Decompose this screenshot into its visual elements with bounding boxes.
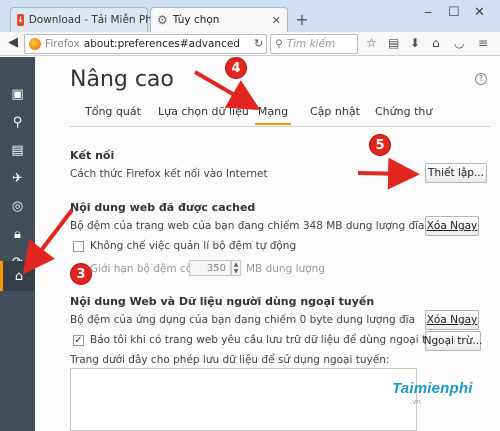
search-icon: ⚲ bbox=[275, 38, 283, 50]
cache-limit-input[interactable]: 350 bbox=[189, 260, 231, 276]
notify-offline-label: Báo tôi khi có trang web yêu cầu lưu trữ… bbox=[90, 334, 453, 346]
browser-tab-options[interactable]: ⚙ Tùy chọn ✕ bbox=[150, 7, 288, 32]
override-cache-checkbox[interactable] bbox=[73, 241, 84, 252]
title-bar: ↓ Download - Tải Miễn Phí ... ✕ ⚙ Tùy ch… bbox=[0, 0, 500, 32]
step-3-badge: 3 bbox=[70, 263, 92, 285]
step-4-badge: 4 bbox=[225, 57, 247, 79]
cache-limit-prefix: Giới hạn bộ đệm còn bbox=[90, 263, 199, 275]
tab-general[interactable]: Tổng quát bbox=[85, 105, 141, 118]
security-icon[interactable]: 🔒︎ bbox=[0, 219, 35, 249]
cache-usage-text: Bộ đệm của trang web của bạn đang chiếm … bbox=[70, 220, 425, 232]
offline-usage-text: Bộ đệm của ứng dụng của bạn đang chiếm 0… bbox=[70, 314, 416, 326]
back-button[interactable]: ◀ bbox=[4, 34, 22, 52]
tab-title: Tùy chọn bbox=[172, 14, 220, 26]
download-site-icon: ↓ bbox=[17, 14, 24, 26]
tab-title: Download - Tải Miễn Phí ... bbox=[28, 14, 169, 26]
content-icon[interactable]: ▤ bbox=[0, 135, 35, 165]
cache-heading: Nội dung web đã được cached bbox=[70, 201, 256, 214]
cache-limit-suffix: MB dung lượng bbox=[246, 263, 325, 275]
offline-heading: Nội dung Web và Dữ liệu người dùng ngoại… bbox=[70, 295, 375, 308]
offline-list-label: Trang dưới đây cho phép lưu dữ liệu để s… bbox=[70, 354, 390, 366]
clear-offline-label: Xóa Ngay bbox=[426, 314, 478, 326]
offline-sites-list[interactable] bbox=[70, 368, 417, 431]
preferences-sidebar: ▣ ⚲ ▤ ✈ ◎ 🔒︎ ⟳ ⌂ bbox=[0, 57, 35, 431]
reload-icon[interactable]: ↻ bbox=[254, 37, 263, 50]
watermark-sub: .vn bbox=[410, 398, 421, 406]
search-placeholder: Tìm kiếm bbox=[286, 38, 336, 50]
search-icon[interactable]: ⚲ bbox=[0, 107, 35, 137]
tab-network[interactable]: Mạng bbox=[255, 105, 291, 125]
search-input[interactable]: ⚲ Tìm kiếm bbox=[270, 34, 358, 54]
page-title: Nâng cao bbox=[70, 67, 174, 92]
gear-icon: ⚙ bbox=[157, 13, 168, 27]
clear-cache-button[interactable]: Xóa Ngay bbox=[425, 216, 479, 236]
minimize-icon[interactable]: ‒ bbox=[424, 5, 432, 20]
star-icon[interactable]: ☆ bbox=[366, 36, 377, 50]
applications-icon[interactable]: ✈ bbox=[0, 163, 35, 193]
general-icon[interactable]: ▣ bbox=[0, 79, 35, 109]
firefox-icon bbox=[29, 38, 41, 50]
menu-icon[interactable]: ≡ bbox=[478, 36, 488, 50]
exceptions-button[interactable]: Ngoại trừ... bbox=[424, 331, 482, 351]
advanced-tabs: Tổng quát Lựa chọn dữ liệu Mạng Cập nhật… bbox=[70, 101, 490, 127]
tab-update[interactable]: Cập nhật bbox=[310, 105, 360, 118]
connection-settings-button[interactable]: Thiết lập... bbox=[425, 163, 487, 183]
connection-description: Cách thức Firefox kết nối vào Internet bbox=[70, 168, 268, 180]
window-close-icon[interactable]: ✕ bbox=[474, 5, 485, 20]
override-cache-label: Không chế việc quản lí bộ đệm tự động bbox=[90, 240, 297, 252]
downloads-icon[interactable]: ⬇ bbox=[410, 36, 420, 50]
new-tab-button[interactable]: + bbox=[293, 11, 311, 29]
maximize-icon[interactable]: ☐ bbox=[448, 5, 460, 20]
tab-certificates[interactable]: Chứng thư bbox=[375, 105, 432, 118]
browser-tab-download[interactable]: ↓ Download - Tải Miễn Phí ... ✕ bbox=[10, 7, 182, 32]
reading-list-icon[interactable]: ▤ bbox=[388, 36, 399, 50]
url-bar[interactable]: Firefox about:preferences#advanced bbox=[24, 34, 267, 54]
clear-cache-label: Xóa Ngay bbox=[426, 220, 478, 232]
tab-data-choices[interactable]: Lựa chọn dữ liệu bbox=[158, 105, 249, 118]
clear-offline-button[interactable]: Xóa Ngay bbox=[425, 310, 479, 330]
connection-heading: Kết nối bbox=[70, 149, 115, 162]
preferences-content: Nâng cao ? Tổng quát Lựa chọn dữ liệu Mạ… bbox=[35, 57, 500, 431]
url-text: about:preferences#advanced bbox=[83, 38, 240, 50]
privacy-icon[interactable]: ◎ bbox=[0, 191, 35, 221]
home-icon[interactable]: ⌂ bbox=[432, 36, 440, 50]
close-icon[interactable]: ✕ bbox=[272, 14, 281, 27]
pocket-icon[interactable]: ◡ bbox=[454, 36, 464, 50]
watermark-logo: Taimienphi bbox=[392, 380, 473, 397]
help-icon[interactable]: ? bbox=[475, 73, 487, 85]
navigation-bar: ◀ Firefox about:preferences#advanced ↻ ⚲… bbox=[0, 32, 500, 56]
notify-offline-checkbox[interactable]: ✓ bbox=[73, 335, 84, 346]
cache-limit-stepper[interactable]: ▲ ▼ bbox=[231, 260, 241, 276]
advanced-icon[interactable]: ⌂ bbox=[0, 261, 35, 291]
step-5-badge: 5 bbox=[369, 134, 391, 156]
identity-label: Firefox bbox=[45, 38, 80, 50]
